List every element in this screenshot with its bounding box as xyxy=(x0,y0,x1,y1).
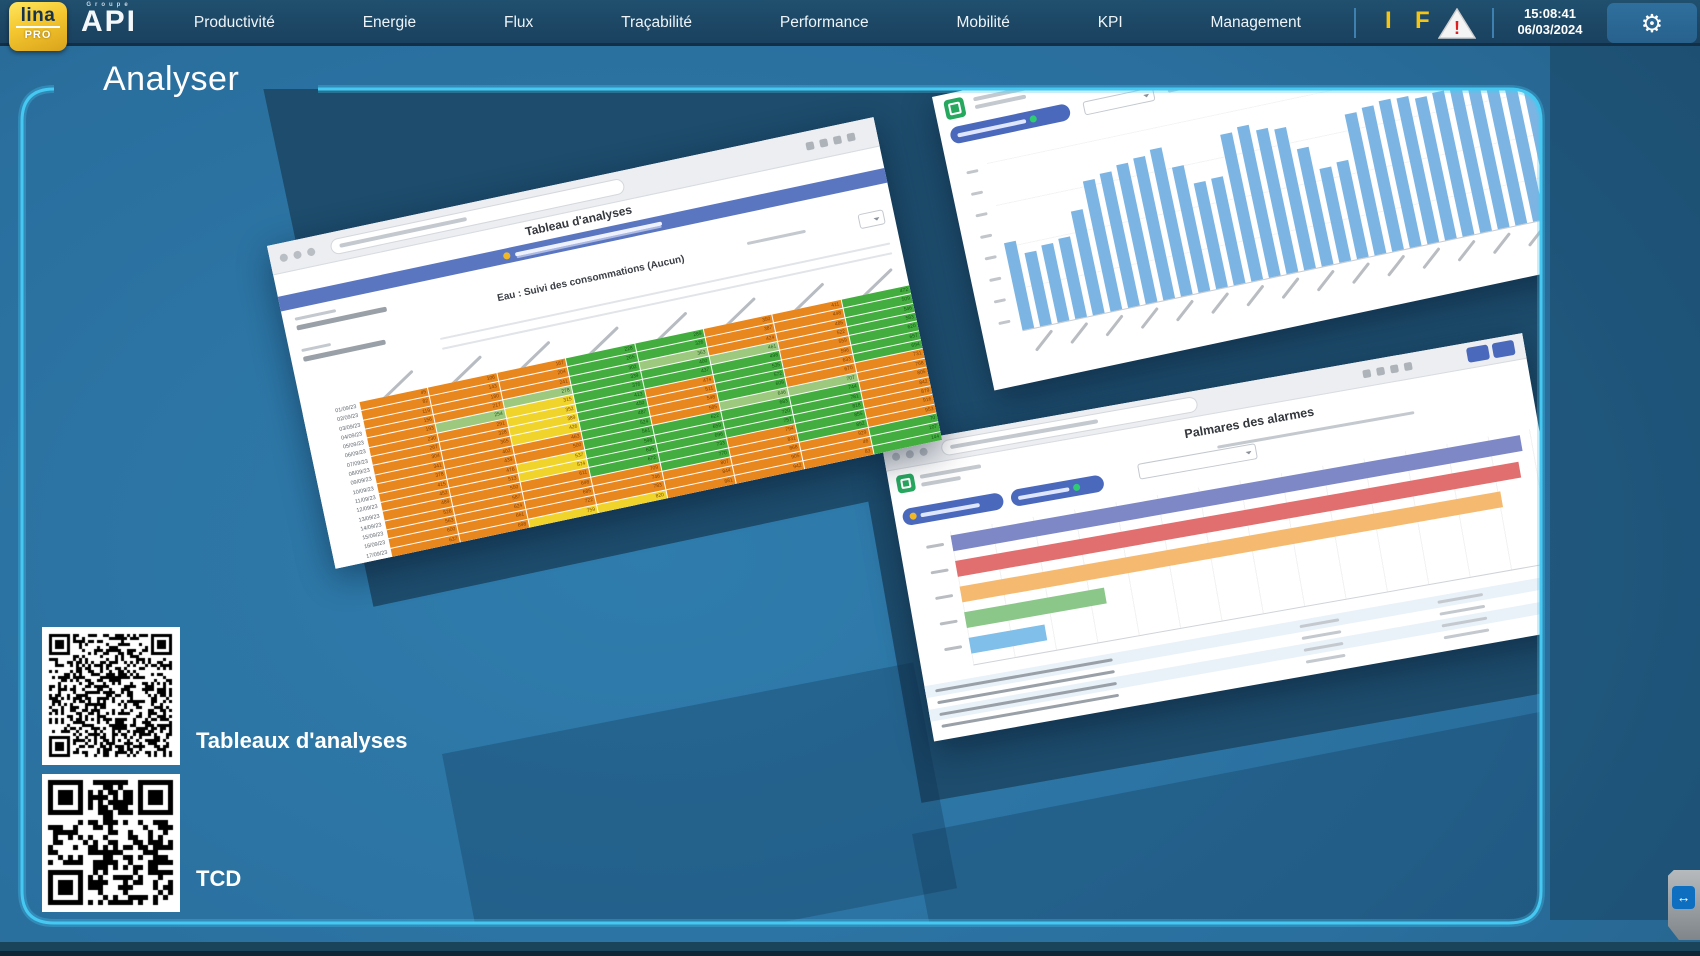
divider xyxy=(1492,8,1494,38)
alarms-button-1 xyxy=(901,492,1004,526)
lina-logo-text: lina xyxy=(16,6,60,28)
bottom-strip xyxy=(0,942,1700,956)
svg-text:!: ! xyxy=(1454,18,1460,38)
qr-label-tcd: TCD xyxy=(196,866,241,892)
chart-select xyxy=(1082,89,1155,116)
api-text: API xyxy=(76,8,142,37)
app-icon xyxy=(895,473,916,494)
nav-item-flux[interactable]: Flux xyxy=(504,14,533,32)
app-icon xyxy=(943,97,967,121)
analyses-search-box xyxy=(857,209,886,229)
nav-item-productivit[interactable]: Productivité xyxy=(194,14,275,32)
alarms-button-2 xyxy=(1010,474,1106,507)
settings-button[interactable]: ⚙ xyxy=(1607,3,1697,43)
background-shape xyxy=(1550,40,1700,920)
chart-action-button xyxy=(949,103,1072,145)
content-panel: Palmares des alarmes Tableau d'analyses xyxy=(22,89,1541,923)
link-bullet-icon xyxy=(503,252,511,260)
nav-item-mobilit[interactable]: Mobilité xyxy=(956,14,1009,32)
groupe-api-logo: Groupe API xyxy=(76,2,142,37)
qr-code-analyses xyxy=(42,627,180,765)
clock-time: 15:08:41 xyxy=(1502,6,1598,22)
alarm-warning-icon[interactable]: ! xyxy=(1438,8,1476,44)
lina-pro-text: PRO xyxy=(9,29,67,41)
topbar-nav: Productivité Energie Flux Traçabilité Perfor… xyxy=(150,0,1345,46)
nav-item-management[interactable]: Management xyxy=(1211,14,1301,32)
nav-item-traabilit[interactable]: Traçabilité xyxy=(621,14,692,32)
alarm-bar xyxy=(969,625,1047,654)
qr-code-tcd xyxy=(42,774,180,912)
qr-label-analyses: Tableaux d'analyses xyxy=(196,728,407,754)
status-letter-f: F xyxy=(1415,7,1430,35)
clock-date: 06/03/2024 xyxy=(1502,22,1598,38)
status-letter-i: I xyxy=(1385,7,1392,35)
nav-item-performance[interactable]: Performance xyxy=(780,14,869,32)
linapro-logo[interactable]: lina PRO xyxy=(9,2,67,51)
clock: 15:08:41 06/03/2024 xyxy=(1502,6,1598,39)
remote-support-flap[interactable]: ↔ xyxy=(1668,870,1700,940)
teamviewer-icon: ↔ xyxy=(1672,886,1695,909)
app-root: Productivité Energie Flux Traçabilité Perfor… xyxy=(0,0,1700,956)
page-title: Analyser xyxy=(103,60,239,99)
nav-item-energie[interactable]: Energie xyxy=(363,14,416,32)
divider xyxy=(1354,8,1356,38)
top-bar: Productivité Energie Flux Traçabilité Perfor… xyxy=(0,0,1700,46)
gear-icon: ⚙ xyxy=(1641,11,1663,36)
alarms-select xyxy=(1137,443,1258,480)
nav-item-kpi[interactable]: KPI xyxy=(1098,14,1123,32)
background-shape xyxy=(442,662,957,923)
